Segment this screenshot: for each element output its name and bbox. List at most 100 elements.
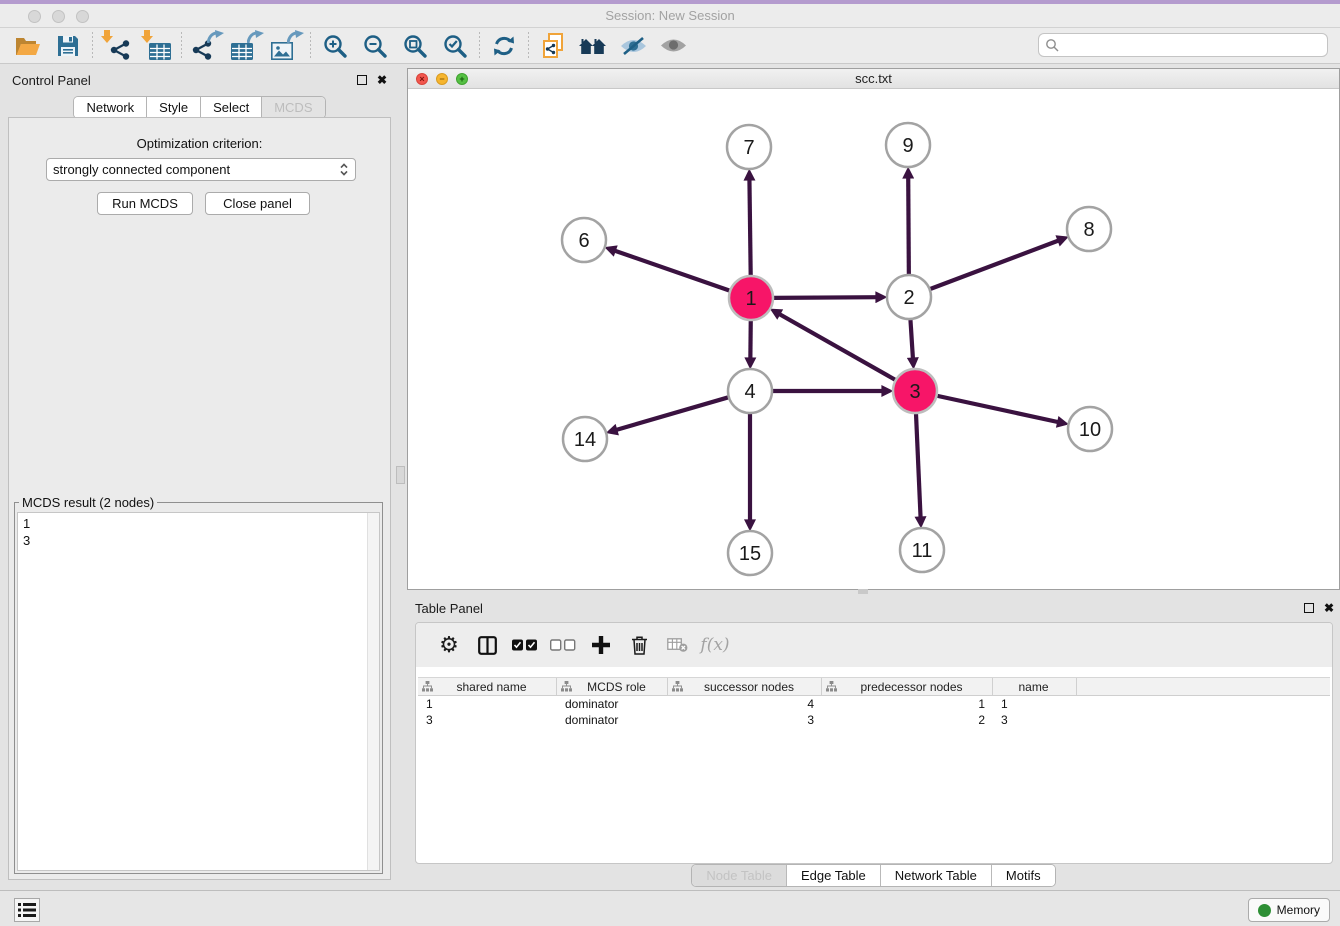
- float-panel-icon[interactable]: [357, 75, 367, 85]
- network-window-titlebar[interactable]: × − + scc.txt: [408, 69, 1339, 89]
- graph-node-2[interactable]: 2: [887, 275, 931, 319]
- table-cell[interactable]: 3: [993, 712, 1077, 728]
- hide-selected-eye-slash-icon[interactable]: [613, 30, 653, 62]
- graph-node-6[interactable]: 6: [562, 218, 606, 262]
- zoom-in-icon[interactable]: [315, 30, 355, 62]
- column-header-name[interactable]: name: [993, 678, 1077, 695]
- graph-edge-1-6[interactable]: [612, 250, 729, 291]
- graph-node-4[interactable]: 4: [728, 369, 772, 413]
- window-zoom-button[interactable]: [76, 10, 89, 23]
- zoom-selected-icon[interactable]: [435, 30, 475, 62]
- tab-style[interactable]: Style: [147, 97, 201, 118]
- svg-text:1: 1: [745, 288, 756, 310]
- graph-edge-2-9[interactable]: [908, 175, 909, 274]
- network-minimize-button[interactable]: −: [436, 73, 448, 85]
- zoom-out-icon[interactable]: [355, 30, 395, 62]
- tab-edge-table[interactable]: Edge Table: [787, 865, 881, 886]
- add-column-plus-icon[interactable]: [582, 628, 620, 662]
- graph-edge-2-3[interactable]: [910, 320, 913, 361]
- run-mcds-button[interactable]: Run MCDS: [97, 192, 193, 215]
- select-stepper-icon: [339, 162, 349, 177]
- graph-node-3[interactable]: 3: [893, 369, 937, 413]
- svg-text:2: 2: [903, 287, 914, 309]
- float-table-panel-icon[interactable]: [1304, 603, 1314, 613]
- graph-edge-2-8[interactable]: [931, 240, 1061, 289]
- mcds-result-title: MCDS result (2 nodes): [19, 495, 157, 510]
- tab-network[interactable]: Network: [74, 97, 147, 118]
- network-canvas[interactable]: 7 9 6 8 1 2 4 3 14 10 15 11: [408, 89, 1339, 589]
- export-network-icon[interactable]: [186, 30, 226, 62]
- table-cell[interactable]: 1: [822, 696, 993, 712]
- table-cell[interactable]: 4: [668, 696, 822, 712]
- tab-network-table[interactable]: Network Table: [881, 865, 992, 886]
- mcds-result-box[interactable]: 1 3: [17, 512, 380, 871]
- network-view-window: × − + scc.txt 7 9 6 8 1 2 4 3 14 10 15 11: [407, 68, 1340, 590]
- column-header-predecessor-nodes[interactable]: predecessor nodes: [822, 678, 993, 695]
- window-minimize-button[interactable]: [52, 10, 65, 23]
- task-history-button[interactable]: [14, 898, 40, 922]
- table-cell[interactable]: 3: [418, 712, 557, 728]
- mcds-result-fieldset: MCDS result (2 nodes) 1 3: [14, 495, 383, 874]
- graph-edge-3-1[interactable]: [777, 313, 895, 380]
- table-row[interactable]: 1dominator411: [418, 696, 1330, 712]
- close-panel-button[interactable]: Close panel: [205, 192, 310, 215]
- panel-divider-grip[interactable]: [396, 466, 405, 484]
- import-table-icon[interactable]: [137, 30, 177, 62]
- table-cell[interactable]: 1: [418, 696, 557, 712]
- network-zoom-button[interactable]: +: [456, 73, 468, 85]
- show-columns-icon[interactable]: [468, 628, 506, 662]
- window-close-button[interactable]: [28, 10, 41, 23]
- export-table-icon[interactable]: [226, 30, 266, 62]
- result-scrollbar[interactable]: [367, 513, 379, 870]
- graph-edge-4-14[interactable]: [614, 397, 728, 430]
- graph-node-8[interactable]: 8: [1067, 207, 1111, 251]
- tab-node-table[interactable]: Node Table: [692, 865, 787, 886]
- refresh-icon[interactable]: [484, 30, 524, 62]
- graph-node-7[interactable]: 7: [727, 125, 771, 169]
- deselect-all-icon[interactable]: [544, 628, 582, 662]
- table-cell[interactable]: dominator: [557, 712, 668, 728]
- graph-node-10[interactable]: 10: [1068, 407, 1112, 451]
- column-header-shared-name[interactable]: shared name: [418, 678, 557, 695]
- table-cell[interactable]: 3: [668, 712, 822, 728]
- table-settings-gear-icon[interactable]: ⚙: [430, 628, 468, 662]
- column-header-successor-nodes[interactable]: successor nodes: [668, 678, 822, 695]
- column-header-mcds-role[interactable]: MCDS role: [557, 678, 668, 695]
- graph-node-9[interactable]: 9: [886, 123, 930, 167]
- table-cell[interactable]: 2: [822, 712, 993, 728]
- table-row[interactable]: 3dominator323: [418, 712, 1330, 728]
- graph-edge-1-2[interactable]: [774, 297, 879, 298]
- graph-node-15[interactable]: 15: [728, 531, 772, 575]
- table-cell[interactable]: dominator: [557, 696, 668, 712]
- show-all-home-icon[interactable]: [573, 30, 613, 62]
- graph-edge-1-7[interactable]: [749, 177, 750, 275]
- graph-node-14[interactable]: 14: [563, 417, 607, 461]
- graph-node-11[interactable]: 11: [900, 528, 944, 572]
- show-eye-icon[interactable]: [653, 30, 693, 62]
- network-resize-handle[interactable]: [858, 589, 868, 594]
- delete-trash-icon[interactable]: [620, 628, 658, 662]
- search-field[interactable]: [1038, 33, 1328, 57]
- graph-edge-3-10[interactable]: [937, 396, 1060, 423]
- tab-motifs[interactable]: Motifs: [992, 865, 1055, 886]
- import-network-icon[interactable]: [97, 30, 137, 62]
- zoom-fit-icon[interactable]: [395, 30, 435, 62]
- network-close-button[interactable]: ×: [416, 73, 428, 85]
- graph-edge-3-11[interactable]: [916, 414, 921, 520]
- graph-node-1[interactable]: 1: [729, 276, 773, 320]
- close-panel-icon[interactable]: ✖: [377, 75, 387, 85]
- table-cell[interactable]: 1: [993, 696, 1077, 712]
- status-bar: Memory: [0, 890, 1340, 926]
- close-table-panel-icon[interactable]: ✖: [1324, 603, 1334, 613]
- clone-network-icon[interactable]: [533, 30, 573, 62]
- select-all-icon[interactable]: [506, 628, 544, 662]
- export-image-icon[interactable]: [266, 30, 306, 62]
- memory-button[interactable]: Memory: [1248, 898, 1330, 922]
- optimization-criterion-select[interactable]: strongly connected component: [46, 158, 356, 181]
- save-session-icon[interactable]: [48, 30, 88, 62]
- network-graph: 7 9 6 8 1 2 4 3 14 10 15 11: [408, 89, 1339, 589]
- column-type-icon: [826, 681, 837, 692]
- open-session-icon[interactable]: [8, 30, 48, 62]
- tab-select[interactable]: Select: [201, 97, 262, 118]
- tab-mcds[interactable]: MCDS: [262, 97, 324, 118]
